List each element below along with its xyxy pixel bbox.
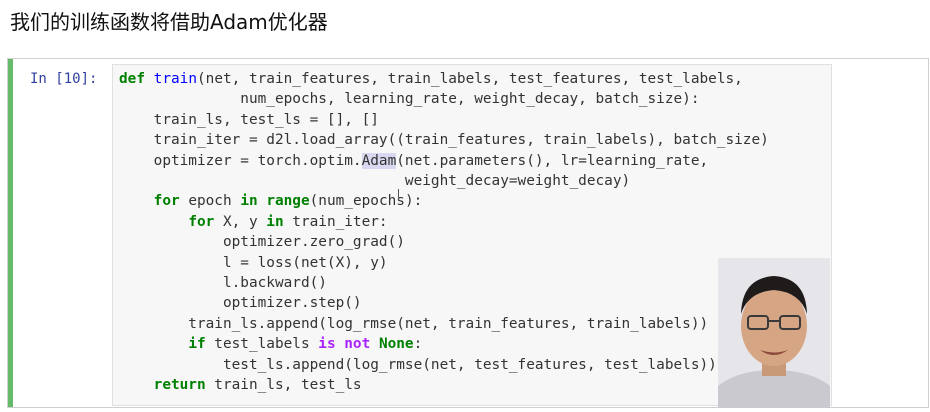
code-line-1: (net, train_features, train_labels, test…: [197, 71, 743, 87]
code-keyword: for: [188, 213, 215, 230]
code-line-4: train_iter = d2l.load_array((train_featu…: [119, 132, 769, 149]
code-line-13: train_ls.append(log_rmse(net, train_feat…: [119, 315, 709, 332]
code-keyword: def: [119, 71, 145, 87]
code-keyword: if: [188, 336, 206, 353]
code-keyword: return: [153, 377, 206, 394]
code-line-9: optimizer.zero_grad(): [119, 234, 405, 251]
code-line-16: train_ls, test_ls: [205, 377, 362, 394]
code-keyword: in: [240, 193, 258, 210]
code-line-7b: (num_epochs):: [309, 193, 423, 210]
code-line-8a: X, y: [214, 213, 267, 230]
code-constant: None: [378, 336, 414, 353]
code-line-6: weight_decay=weight_decay): [119, 173, 631, 190]
code-function-name: train: [153, 71, 197, 87]
code-line-7a: epoch: [179, 193, 241, 210]
code-line-15: test_ls.append(log_rmse(net, test_featur…: [119, 356, 717, 373]
code-block[interactable]: def train(net, train_features, train_lab…: [119, 69, 769, 396]
code-line-8b: train_iter:: [283, 213, 388, 230]
code-builtin: range: [266, 193, 310, 210]
code-line-12: optimizer.step(): [119, 295, 362, 312]
cell-selection-bar: [8, 59, 13, 407]
code-keyword: in: [266, 213, 284, 230]
text-cursor-icon: [398, 189, 401, 201]
webcam-presenter-icon: [718, 258, 830, 408]
code-line-14a: test_labels: [205, 336, 319, 353]
code-operator: is not: [318, 336, 371, 353]
code-line-3: train_ls, test_ls = [], []: [119, 111, 379, 128]
code-line-11: l.backward(): [119, 275, 327, 292]
code-line-5a: optimizer = torch.optim.: [119, 152, 362, 169]
code-line-5b: (net.parameters(), lr=learning_rate,: [396, 152, 709, 169]
presenter-illustration: [718, 258, 830, 408]
page-heading: 我们的训练函数将借助Adam优化器: [10, 10, 328, 34]
code-line-2: num_epochs, learning_rate, weight_decay,…: [119, 91, 700, 108]
code-keyword: for: [153, 193, 180, 210]
cell-prompt: In [10]:: [30, 71, 98, 87]
selected-text: Adam: [361, 152, 397, 169]
code-line-10: l = loss(net(X), y): [119, 254, 388, 271]
code-line-14b: :: [413, 336, 423, 353]
